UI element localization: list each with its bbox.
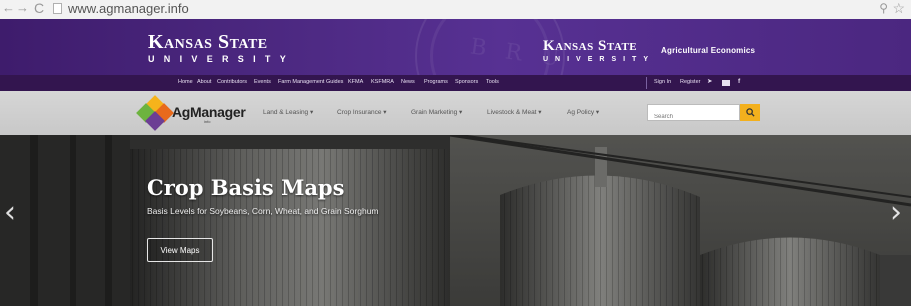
topnav-item-farm-management-guides[interactable]: Farm Management Guides: [278, 78, 343, 87]
agmanager-logo-icon[interactable]: [136, 95, 174, 131]
sign-in-link[interactable]: Sign In: [654, 78, 671, 87]
topnav-item-sponsors[interactable]: Sponsors: [455, 78, 478, 87]
search-button[interactable]: [740, 104, 760, 121]
grain-silos-image: [0, 135, 911, 306]
menu-land-leasing[interactable]: Land & Leasing ▾: [263, 108, 313, 116]
hero-subtitle: Basis Levels for Soybeans, Corn, Wheat, …: [147, 206, 379, 216]
search-box: [647, 104, 740, 125]
reload-icon[interactable]: C: [34, 1, 44, 15]
star-icon[interactable]: ☆: [892, 0, 905, 17]
ksu-logo-name: Kansas State: [148, 31, 268, 53]
topnav-item-home[interactable]: Home: [178, 78, 193, 87]
zoom-icon[interactable]: ⚲: [879, 1, 888, 15]
register-link[interactable]: Register: [680, 78, 700, 87]
topnav-item-ksfmra[interactable]: KSFMRA: [371, 78, 394, 87]
search-icon: [745, 108, 755, 117]
email-icon[interactable]: [722, 80, 730, 86]
ksu-dept-logo-name: Kansas State: [543, 38, 638, 54]
topnav-item-kfma[interactable]: KFMA: [348, 78, 363, 87]
site-brand[interactable]: AgManager: [172, 104, 246, 120]
view-maps-button[interactable]: View Maps: [147, 238, 213, 262]
topnav-item-about[interactable]: About: [197, 78, 211, 87]
university-header: B R U Kansas State UNIVERSITY Kansas Sta…: [0, 19, 911, 75]
ksu-dept-logo-university: UNIVERSITY: [543, 56, 656, 63]
topnav-divider: [646, 77, 647, 89]
hero-title: Crop Basis Maps: [147, 175, 345, 200]
ksu-dept-logo-link[interactable]: Kansas State UNIVERSITY: [543, 38, 656, 64]
topnav-item-events[interactable]: Events: [254, 78, 271, 87]
chevron-right-icon[interactable]: ›: [890, 198, 902, 228]
ksu-logo-university: UNIVERSITY: [148, 54, 296, 64]
topnav-item-tools[interactable]: Tools: [486, 78, 499, 87]
back-arrow-icon[interactable]: ←: [2, 1, 15, 15]
topnav-item-programs[interactable]: Programs: [424, 78, 448, 87]
hero-banner: ‹ › Crop Basis Maps Basis Levels for Soy…: [0, 135, 911, 306]
address-bar[interactable]: www.agmanager.info: [68, 2, 189, 16]
facebook-icon[interactable]: f: [738, 77, 740, 86]
page-icon: [53, 3, 62, 14]
department-name[interactable]: Agricultural Economics: [661, 46, 755, 55]
topnav-item-news[interactable]: News: [401, 78, 415, 87]
ksu-logo-link[interactable]: Kansas State UNIVERSITY: [148, 32, 295, 64]
browser-toolbar: ← → C www.agmanager.info ⚲ ☆: [0, 0, 911, 19]
chevron-left-icon[interactable]: ‹: [4, 198, 16, 228]
topnav-item-contributors[interactable]: Contributors: [217, 78, 247, 87]
menu-grain-marketing[interactable]: Grain Marketing ▾: [411, 108, 462, 116]
menu-livestock-meat[interactable]: Livestock & Meat ▾: [487, 108, 542, 116]
site-brand-sub: info: [204, 119, 211, 124]
top-navigation: Home About Contributors Events Farm Mana…: [0, 75, 911, 91]
menu-ag-policy[interactable]: Ag Policy ▾: [567, 108, 599, 116]
menu-crop-insurance[interactable]: Crop Insurance ▾: [337, 108, 387, 116]
search-input[interactable]: [648, 109, 739, 125]
forward-arrow-icon[interactable]: →: [16, 1, 29, 15]
twitter-icon[interactable]: ➤: [707, 77, 712, 86]
site-navigation: AgManager info Land & Leasing ▾ Crop Ins…: [0, 91, 911, 135]
